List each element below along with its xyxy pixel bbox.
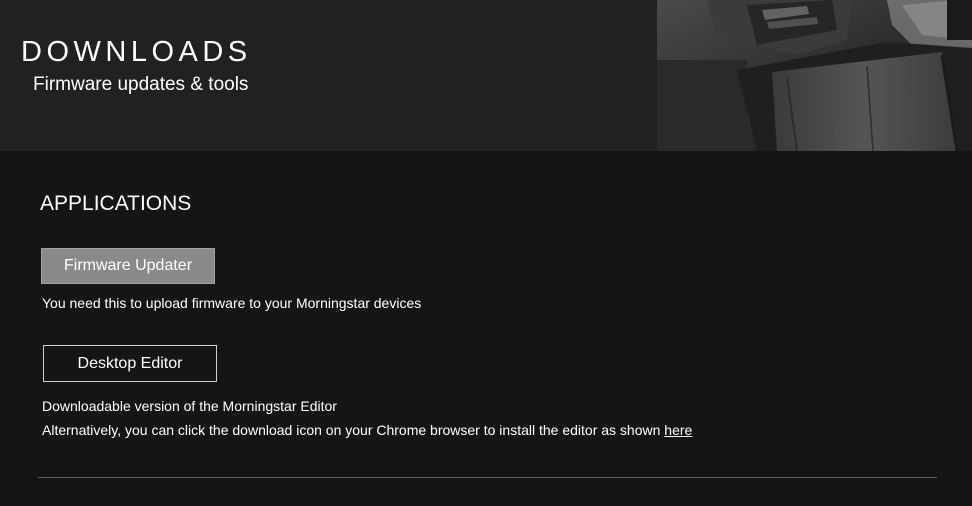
desktop-editor-alternative: Alternatively, you can click the downloa…	[42, 421, 692, 439]
page-title: DOWNLOADS	[21, 36, 252, 68]
page-subtitle: Firmware updates & tools	[33, 74, 249, 95]
here-link[interactable]: here	[664, 422, 692, 438]
main-content: APPLICATIONS Firmware Updater You need t…	[0, 151, 972, 506]
section-divider	[38, 477, 937, 478]
firmware-updater-button[interactable]: Firmware Updater	[41, 248, 215, 284]
header-banner: DOWNLOADS Firmware updates & tools	[0, 0, 972, 151]
downloads-page: DOWNLOADS Firmware updates & tools APPLI…	[0, 0, 972, 506]
desktop-editor-alternative-text: Alternatively, you can click the downloa…	[42, 422, 665, 438]
header-photo	[657, 0, 972, 151]
desktop-editor-button[interactable]: Desktop Editor	[43, 345, 217, 382]
desktop-editor-description: Downloadable version of the Morningstar …	[42, 398, 337, 414]
applications-heading: APPLICATIONS	[40, 192, 192, 215]
firmware-updater-description: You need this to upload firmware to your…	[42, 295, 422, 311]
